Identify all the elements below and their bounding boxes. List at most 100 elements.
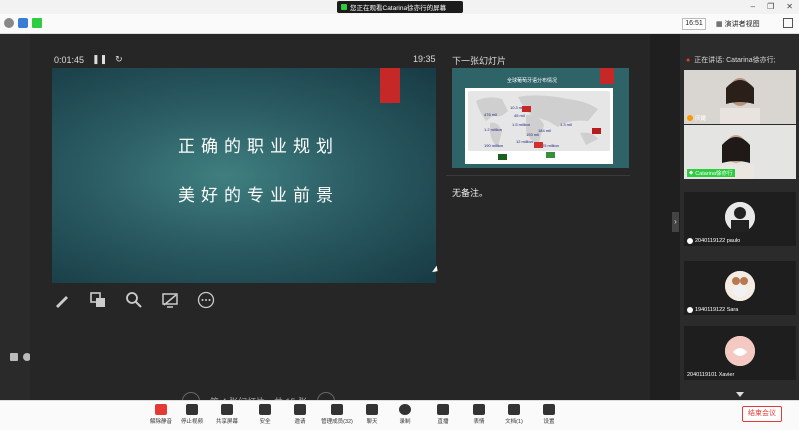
toolbar-button[interactable]: 停止视频 bbox=[174, 404, 210, 425]
next-slide-label: 下一张幻灯片 bbox=[452, 56, 507, 66]
screen-toggle-icon[interactable] bbox=[160, 290, 180, 310]
mic-muted-icon bbox=[687, 238, 693, 244]
participant-tile[interactable]: 1940119122 Sara bbox=[684, 261, 796, 315]
toolbar-button[interactable]: 安全 bbox=[247, 404, 283, 425]
mic-muted-icon bbox=[155, 404, 167, 415]
toolbar-status-icons bbox=[4, 18, 42, 28]
toolbar-button-label: 聊天 bbox=[366, 419, 378, 425]
map-label: 45 mil bbox=[514, 113, 525, 118]
toolbar-button-label: 停止视频 bbox=[180, 419, 203, 425]
panel-scroll-down-icon[interactable] bbox=[736, 392, 744, 397]
info-icon[interactable] bbox=[4, 18, 14, 28]
participant-name: 2040119101 Xavier bbox=[687, 372, 735, 378]
record-icon bbox=[399, 404, 411, 415]
slide-title-line1: 正确的职业规划 bbox=[178, 137, 339, 157]
reset-icon[interactable]: ↻ bbox=[115, 54, 123, 65]
toolbar-button[interactable]: 共享屏幕 bbox=[209, 404, 245, 425]
toolbar-button[interactable]: 聊天 bbox=[354, 404, 390, 425]
next-slide-thumbnail[interactable]: 全球葡萄牙语分布情况 10.3 million 476 mil 45 mil 1.5 … bbox=[452, 68, 629, 168]
grid-view-icon[interactable] bbox=[10, 352, 18, 361]
shield-icon bbox=[259, 404, 271, 415]
participants-icon bbox=[331, 404, 343, 415]
toolbar-button-label: 管理成员(32) bbox=[321, 419, 353, 425]
next-slide-map-panel: 10.3 million 476 mil 45 mil 1.5 million 1.2 … bbox=[465, 88, 613, 164]
toolbar-button[interactable]: 表情 bbox=[461, 404, 497, 425]
toolbar-button-label: 录制 bbox=[399, 419, 411, 425]
participant-tile[interactable]: ◆ Catarina徐亦行 bbox=[684, 125, 796, 179]
participant-label: 2040119101 Xavier bbox=[687, 372, 734, 378]
map-label: 190 million bbox=[484, 143, 503, 148]
participant-tile[interactable]: 2040119101 Xavier bbox=[684, 326, 796, 380]
current-clock: 19:35 bbox=[413, 54, 436, 64]
participant-name: Catarina徐亦行 bbox=[695, 171, 733, 177]
participant-avatar bbox=[725, 271, 755, 301]
document-icon bbox=[508, 404, 520, 415]
toolbar-button-label: 共享屏幕 bbox=[215, 419, 238, 425]
map-label: 193 mil bbox=[526, 132, 539, 137]
toolbar-button[interactable]: 管理成员(32) bbox=[319, 404, 355, 425]
mic-on-icon: ◆ bbox=[689, 170, 694, 176]
flag-mozambique-icon bbox=[546, 152, 555, 158]
elapsed-time: 0:01:45 bbox=[54, 54, 85, 65]
flag-portugal-icon bbox=[522, 106, 531, 112]
next-slide-ribbon bbox=[600, 68, 614, 84]
shield-icon[interactable] bbox=[18, 18, 28, 28]
pause-icon[interactable]: ❚❚ bbox=[92, 54, 107, 65]
view-mode-button[interactable]: ▦ 演讲者视图 bbox=[716, 18, 760, 30]
map-label: 1.5 million bbox=[512, 122, 530, 127]
toolbar-button[interactable]: 邀请 bbox=[282, 404, 318, 425]
share-notice-text: 您正在观看Catarina徐亦行的屏幕 bbox=[350, 5, 447, 12]
chat-icon bbox=[366, 404, 378, 415]
toolbar-button[interactable]: 直播 bbox=[425, 404, 461, 425]
screen-share-notice[interactable]: 您正在观看Catarina徐亦行的屏幕 bbox=[337, 1, 463, 13]
meeting-controls-bar: 解除静音 停止视频 共享屏幕 安全 邀请 管理成员(32) 聊天 录制 直播 表情 文档(1) 设置 bbox=[0, 400, 799, 430]
toolbar-button[interactable]: 设置 bbox=[531, 404, 567, 425]
zoom-icon[interactable] bbox=[124, 290, 144, 310]
invite-icon bbox=[294, 404, 306, 415]
toolbar-button-label: 表情 bbox=[473, 419, 485, 425]
participant-label: 1940119122 Sara bbox=[687, 307, 738, 313]
speaker-notes: 无备注。 bbox=[452, 188, 489, 198]
more-options-icon[interactable] bbox=[196, 290, 216, 310]
participant-label: 2040119122 paulo bbox=[687, 238, 740, 244]
notes-divider bbox=[446, 175, 630, 176]
map-label: 476 mil bbox=[484, 112, 497, 117]
window-titlebar: 您正在观看Catarina徐亦行的屏幕 – ❐ ✕ bbox=[0, 0, 799, 14]
close-icon[interactable]: ✕ bbox=[786, 2, 793, 11]
live-icon bbox=[437, 404, 449, 415]
participant-avatar bbox=[725, 336, 755, 366]
meeting-toolbar: 16:51 ▦ 演讲者视图 bbox=[0, 14, 799, 34]
flag-timor-icon bbox=[592, 128, 601, 134]
panel-toggle-button[interactable]: › bbox=[672, 212, 679, 232]
slide-timer: 0:01:45 ❚❚ ↻ bbox=[54, 54, 123, 65]
presentation-tools bbox=[52, 290, 216, 310]
end-meeting-button[interactable]: 结束会议 bbox=[742, 406, 782, 422]
pen-icon[interactable] bbox=[52, 290, 72, 310]
view-mode-label: 演讲者视图 bbox=[724, 21, 760, 28]
mic-muted-icon bbox=[687, 307, 693, 313]
participant-name: 1940119122 Sara bbox=[695, 307, 739, 313]
participant-label: 庆婕 bbox=[687, 114, 706, 122]
participant-tile[interactable]: 2040119122 paulo bbox=[684, 192, 796, 246]
toolbar-button-label: 安全 bbox=[259, 419, 271, 425]
fullscreen-icon[interactable] bbox=[783, 18, 793, 28]
slide-ribbon bbox=[380, 68, 400, 103]
slides-grid-icon[interactable] bbox=[88, 290, 108, 310]
participant-tile[interactable]: 庆婕 bbox=[684, 70, 796, 124]
toolbar-button-label: 直播 bbox=[437, 419, 449, 425]
minimize-icon[interactable]: – bbox=[751, 2, 755, 11]
signal-icon[interactable] bbox=[32, 18, 42, 28]
flag-brazil-icon bbox=[498, 154, 507, 160]
toolbar-button[interactable]: 录制 bbox=[387, 404, 423, 425]
toolbar-button[interactable]: 文档(1) bbox=[496, 404, 532, 425]
toolbar-button-label: 设置 bbox=[543, 419, 555, 425]
map-label: 12 million bbox=[516, 139, 533, 144]
map-label: 184 mil bbox=[538, 128, 551, 133]
slide-title-line2: 美好的专业前景 bbox=[178, 186, 339, 206]
restore-icon[interactable]: ❐ bbox=[767, 2, 774, 11]
participant-name: 庆婕 bbox=[695, 116, 707, 122]
participant-label: ◆ Catarina徐亦行 bbox=[687, 169, 735, 177]
current-slide: 正确的职业规划 美好的专业前景 bbox=[52, 68, 436, 283]
toolbar-button-label: 邀请 bbox=[294, 419, 306, 425]
flag-angola-icon bbox=[534, 142, 543, 148]
